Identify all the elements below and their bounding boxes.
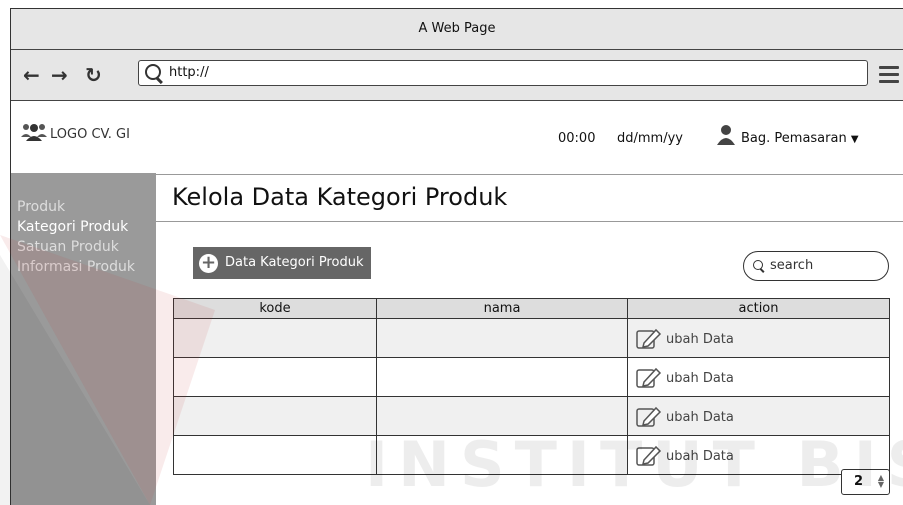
cell-kode [173, 318, 377, 358]
logo: LOGO CV. GI [21, 123, 130, 142]
hamburger-menu-icon[interactable] [879, 66, 899, 87]
search-icon [753, 260, 763, 270]
edit-action-label: ubah Data [666, 410, 734, 425]
reload-icon[interactable]: ↻ [85, 63, 102, 87]
current-date: dd/mm/yy [617, 131, 683, 146]
search-input[interactable]: search [743, 251, 889, 281]
title-divider [156, 221, 903, 222]
url-text: http:// [169, 65, 209, 80]
table-header-row: kode nama action [173, 298, 890, 319]
people-icon [21, 124, 47, 141]
logo-text: LOGO CV. GI [50, 127, 130, 142]
sidebar: Produk Kategori Produk Satuan Produk Inf… [11, 173, 156, 505]
add-category-button[interactable]: + Data Kategori Produk [193, 247, 372, 279]
forward-arrow-icon[interactable]: → [51, 63, 68, 87]
back-arrow-icon[interactable]: ← [23, 63, 40, 87]
cell-kode [173, 396, 377, 436]
edit-icon [636, 406, 662, 427]
watermark-text: INSTITUT BISNIS [365, 428, 903, 501]
column-header-action: action [627, 298, 890, 319]
search-placeholder: search [770, 258, 814, 273]
search-icon [145, 64, 161, 80]
clock-time: 00:00 [558, 131, 596, 146]
table-row: ubah Data [173, 318, 890, 358]
cell-kode [173, 357, 377, 397]
cell-nama [376, 318, 628, 358]
edit-action[interactable]: ubah Data [627, 318, 890, 358]
user-name: Bag. Pemasaran [741, 131, 847, 146]
user-menu[interactable]: Bag. Pemasaran ▼ [741, 131, 859, 146]
edit-icon [636, 328, 662, 349]
plus-icon: + [199, 252, 218, 273]
app-header: LOGO CV. GI 00:00 dd/mm/yy Bag. Pemasara… [11, 101, 903, 175]
page-title: Kelola Data Kategori Produk [172, 183, 508, 211]
add-button-label: Data Kategori Produk [225, 255, 364, 270]
cell-kode [173, 435, 377, 475]
edit-action[interactable]: ubah Data [627, 357, 890, 397]
edit-icon [636, 367, 662, 388]
caret-down-icon: ▼ [850, 134, 859, 145]
cell-nama [376, 357, 628, 397]
column-header-nama: nama [376, 298, 628, 319]
url-field[interactable]: http:// [138, 60, 868, 86]
sidebar-item-informasi-produk[interactable]: Informasi Produk [11, 257, 156, 277]
sidebar-item-satuan-produk[interactable]: Satuan Produk [11, 237, 156, 257]
sidebar-item-produk[interactable]: Produk [11, 197, 156, 217]
sidebar-item-kategori-produk[interactable]: Kategori Produk [11, 217, 156, 237]
address-bar: ← → ↻ http:// [11, 50, 903, 101]
edit-action-label: ubah Data [666, 332, 734, 347]
window-title: A Web Page [11, 9, 903, 50]
column-header-kode: kode [173, 298, 377, 319]
edit-action-label: ubah Data [666, 371, 734, 386]
user-icon [717, 125, 735, 149]
table-row: ubah Data [173, 357, 890, 397]
